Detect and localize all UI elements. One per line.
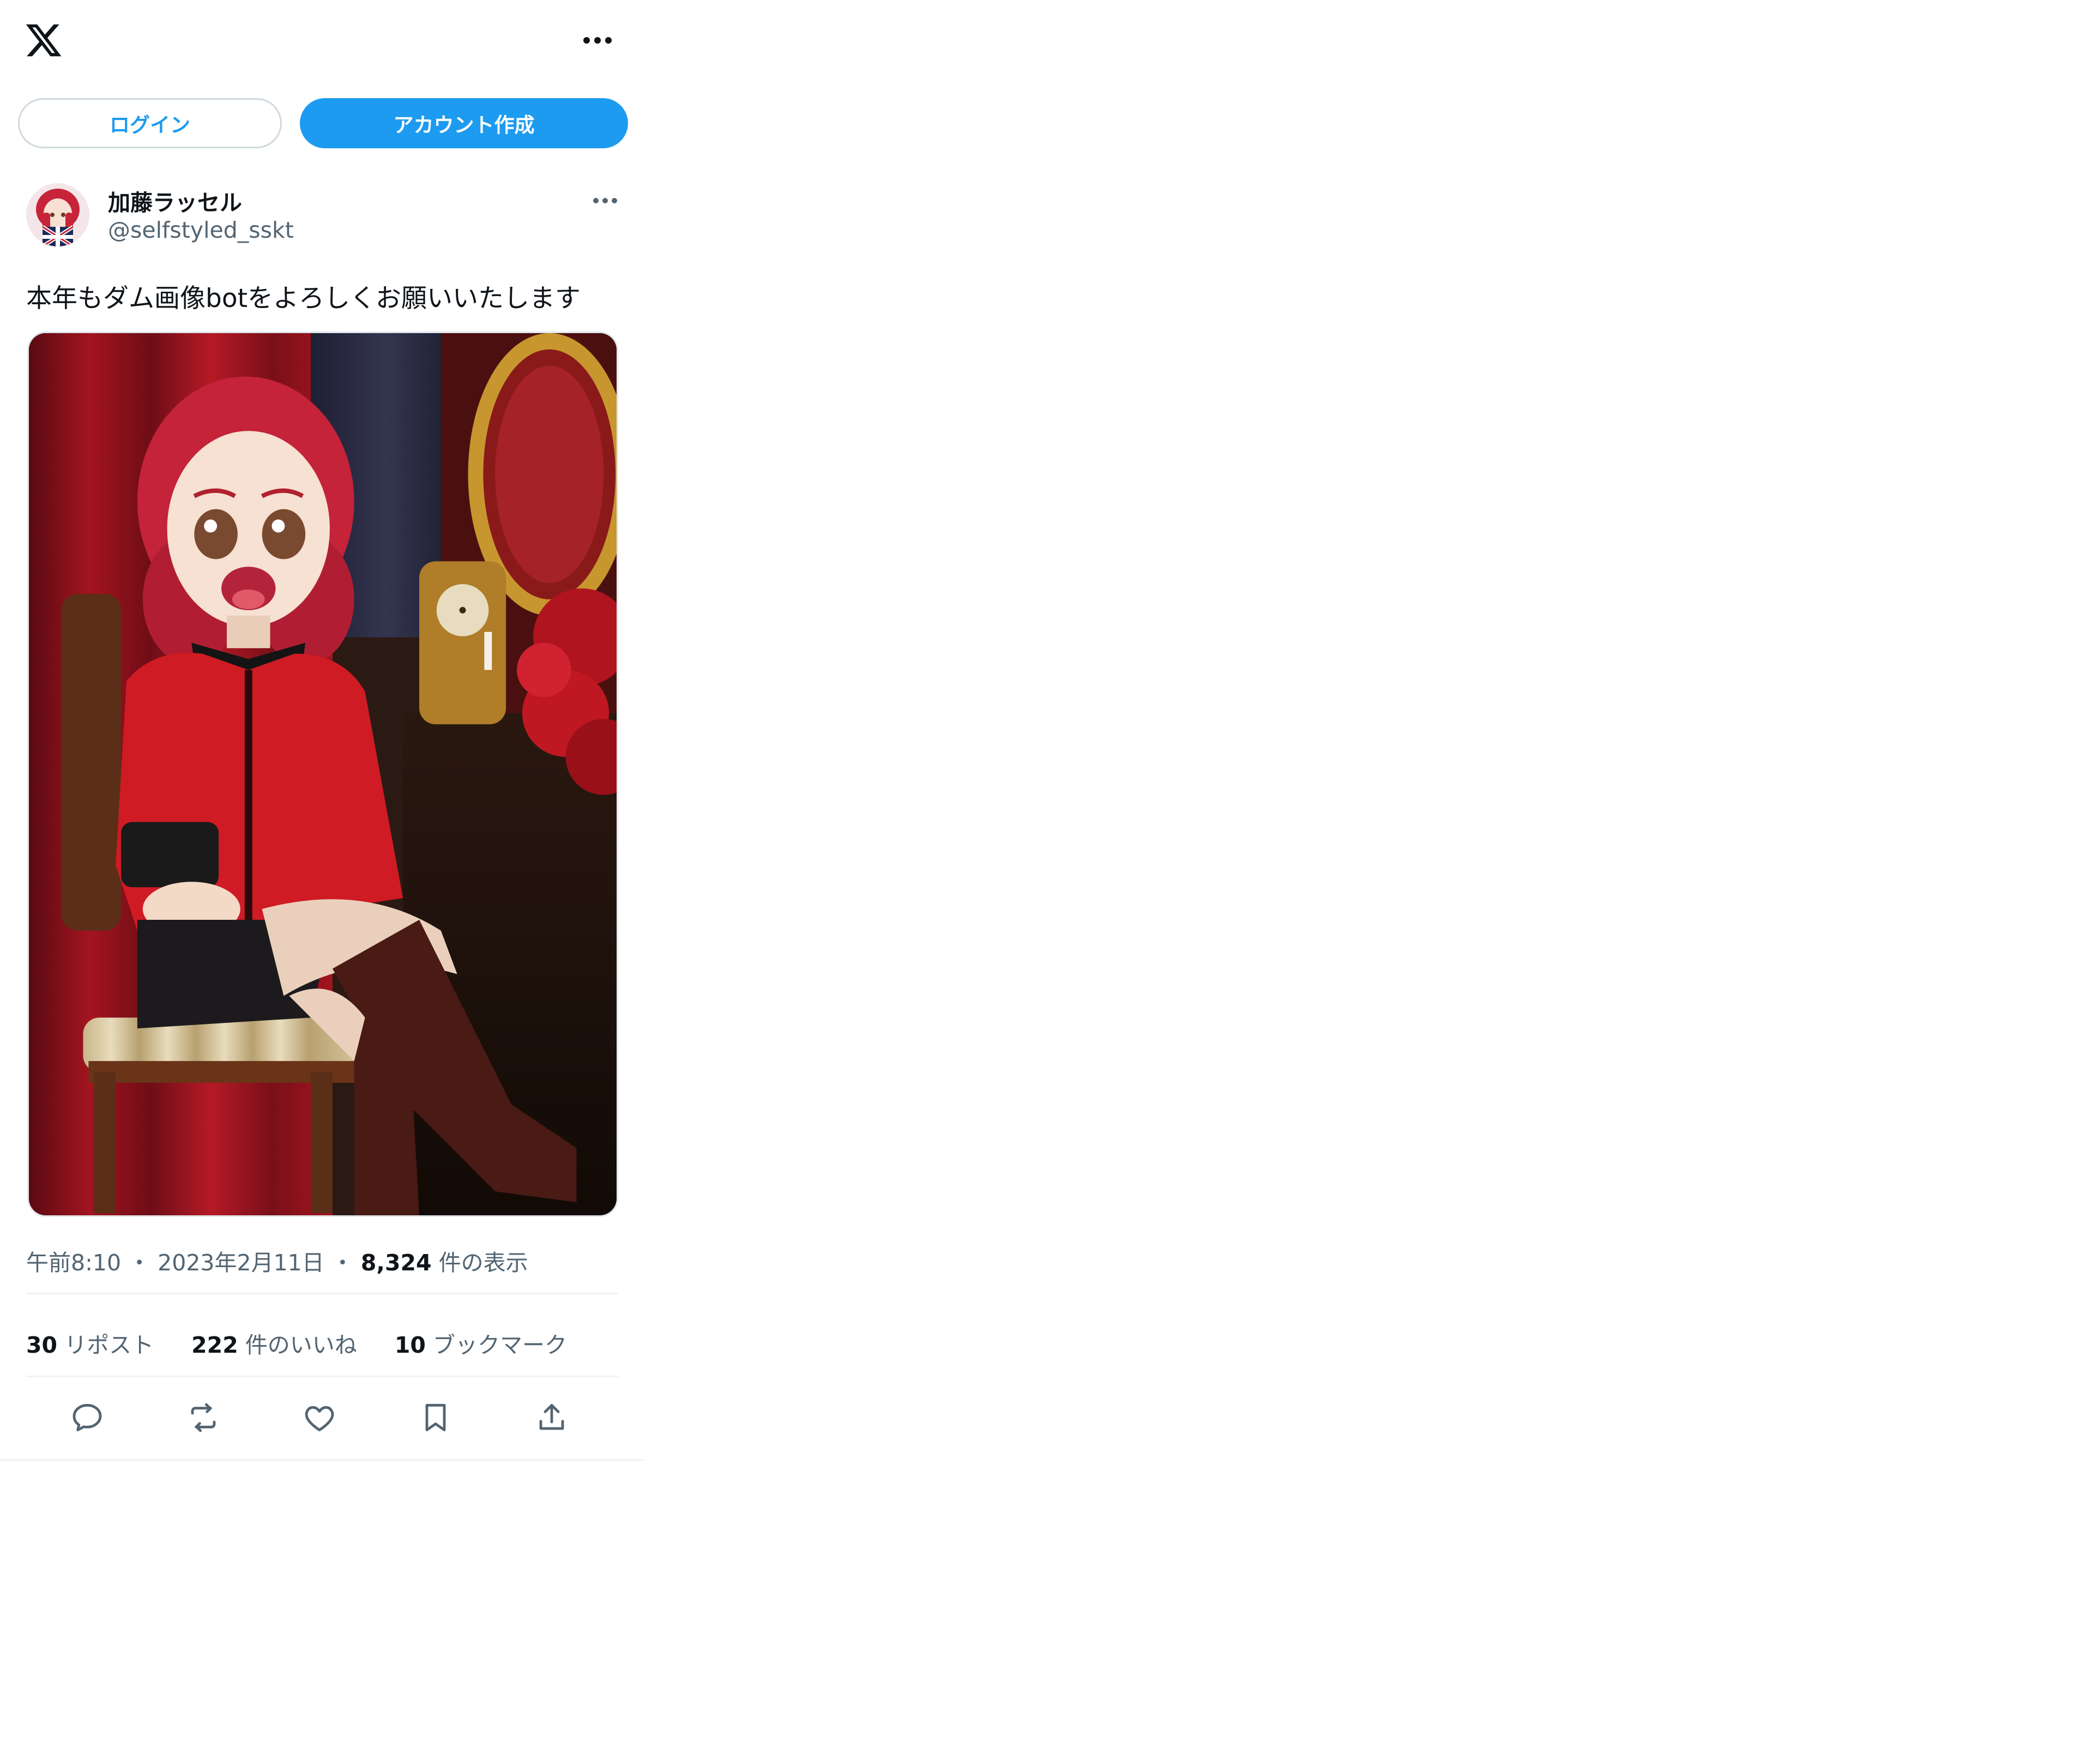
create-account-button-label: アカウント作成 [393, 113, 535, 137]
x-logo-icon[interactable] [24, 21, 63, 60]
page: ログイン アカウント作成 加藤ラッセル @selfstyled_sskt 本年も… [0, 0, 2100, 1760]
likes-stat[interactable]: 222 件のいいね [191, 1327, 357, 1359]
action-bar [26, 1400, 618, 1444]
meta-separator: ・ [331, 1250, 354, 1276]
more-horizontal-icon[interactable] [582, 34, 613, 47]
reposts-count: 30 [26, 1332, 58, 1358]
create-account-button[interactable]: アカウント作成 [300, 98, 628, 148]
bookmark-icon[interactable] [418, 1400, 453, 1435]
likes-label: 件のいいね [245, 1332, 357, 1358]
tweet-photo[interactable] [27, 331, 618, 1217]
author-handle[interactable]: @selfstyled_sskt [108, 217, 294, 243]
like-icon[interactable] [302, 1400, 337, 1435]
avatar[interactable] [26, 183, 89, 246]
meta-separator: ・ [128, 1250, 151, 1276]
views-label: 件の表示 [438, 1250, 528, 1276]
bookmarks-count: 10 [394, 1332, 426, 1358]
reposts-label: リポスト [64, 1332, 154, 1358]
views-count: 8,324 [360, 1250, 432, 1276]
top-bar [0, 0, 643, 82]
reposts-stat[interactable]: 30 リポスト [26, 1327, 154, 1359]
bookmarks-label: ブックマーク [432, 1332, 567, 1358]
login-button-label: ログイン [110, 113, 190, 137]
tweet-time[interactable]: 午前8:10 [26, 1250, 121, 1276]
tweet-column: ログイン アカウント作成 加藤ラッセル @selfstyled_sskt 本年も… [0, 0, 643, 1461]
repost-icon[interactable] [186, 1400, 221, 1435]
likes-count: 222 [191, 1332, 238, 1358]
reply-icon[interactable] [70, 1400, 105, 1435]
tweet-stats: 30 リポスト 222 件のいいね 10 ブックマーク [26, 1327, 598, 1359]
bookmarks-stat[interactable]: 10 ブックマーク [395, 1327, 567, 1359]
divider [26, 1293, 618, 1294]
divider [26, 1376, 618, 1377]
tweet-date[interactable]: 2023年2月11日 [158, 1250, 324, 1276]
tweet-meta: 午前8:10 ・ 2023年2月11日 ・ 8,324 件の表示 [26, 1244, 528, 1277]
share-icon[interactable] [534, 1400, 569, 1435]
login-button[interactable]: ログイン [18, 98, 282, 148]
more-horizontal-icon[interactable] [592, 194, 618, 207]
author-name[interactable]: 加藤ラッセル [108, 184, 242, 217]
tweet-text: 本年もダム画像botをよろしくお願いいたします [26, 284, 581, 314]
